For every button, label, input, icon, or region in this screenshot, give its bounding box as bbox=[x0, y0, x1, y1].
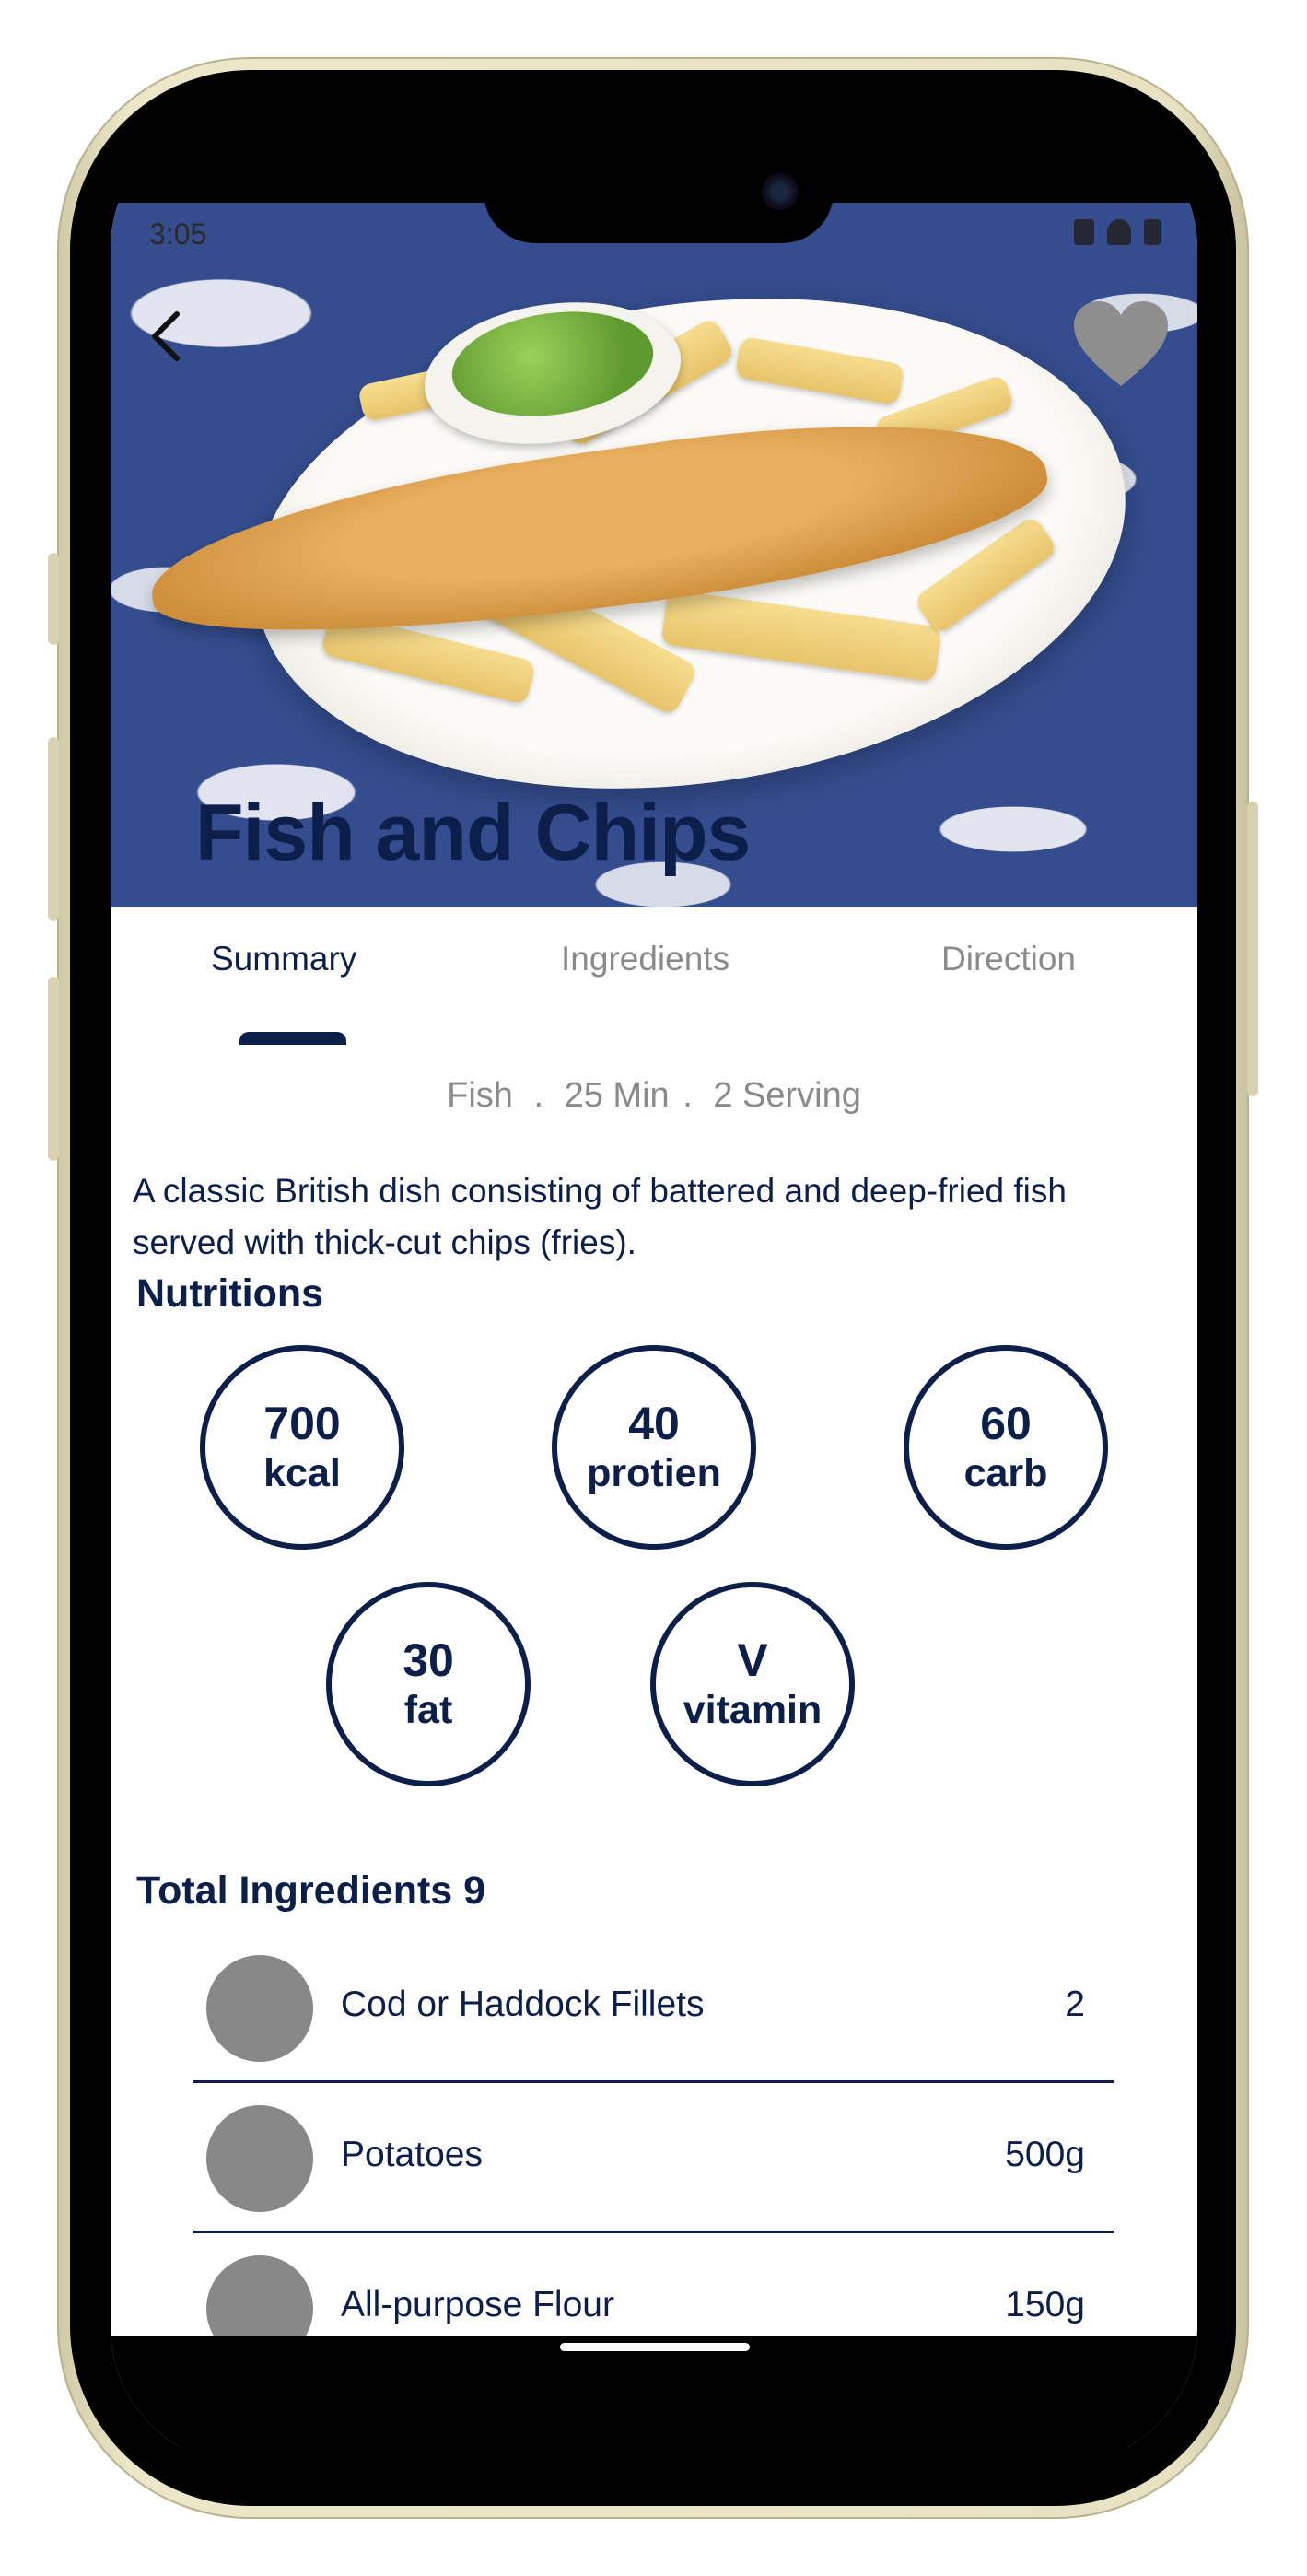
home-indicator[interactable] bbox=[560, 2343, 750, 2351]
status-icons bbox=[1074, 219, 1161, 245]
ingredient-name: Potatoes bbox=[341, 2135, 483, 2174]
vibrate-icon bbox=[1074, 219, 1094, 245]
mute-switch bbox=[48, 553, 59, 645]
nutrition-value: 40 bbox=[628, 1398, 680, 1449]
camera-icon bbox=[762, 173, 799, 210]
ingredient-image bbox=[206, 1955, 313, 2062]
nutrition-badge-carb: 60 carb bbox=[904, 1345, 1108, 1550]
tab-ingredients[interactable]: Ingredients bbox=[561, 940, 729, 978]
nutrition-badge-protein: 40 protien bbox=[552, 1345, 756, 1550]
nutrition-value: 30 bbox=[403, 1634, 454, 1686]
tab-direction[interactable]: Direction bbox=[941, 940, 1076, 978]
tab-summary[interactable]: Summary bbox=[211, 940, 356, 978]
ingredient-name: Cod or Haddock Fillets bbox=[341, 1985, 705, 2024]
recipe-title: Fish and Chips bbox=[195, 789, 751, 877]
status-time: 3:05 bbox=[149, 217, 207, 251]
nutrition-unit: carb bbox=[963, 1451, 1048, 1495]
nutrition-unit: protien bbox=[587, 1451, 721, 1495]
nutrition-unit: kcal bbox=[263, 1451, 341, 1495]
home-bar-area bbox=[111, 2336, 1197, 2465]
ingredient-name: All-purpose Flour bbox=[341, 2285, 614, 2324]
meta-category: Fish bbox=[447, 1076, 513, 1115]
meta-servings: 2 Serving bbox=[713, 1076, 861, 1115]
ingredient-quantity: 500g bbox=[1005, 2135, 1085, 2174]
battery-icon bbox=[1144, 219, 1161, 245]
favorite-button[interactable] bbox=[1070, 299, 1172, 392]
heart-icon bbox=[1074, 301, 1168, 386]
nutrition-badge-fat: 30 fat bbox=[326, 1582, 531, 1786]
nutrition-unit: fat bbox=[403, 1688, 453, 1732]
nutrition-value: V bbox=[737, 1634, 768, 1686]
ingredient-row[interactable]: Cod or Haddock Fillets 2 bbox=[193, 1933, 1114, 2083]
dynamic-island bbox=[484, 140, 834, 243]
nutrition-unit: vitamin bbox=[683, 1688, 823, 1732]
hero-image: Fish and Chips bbox=[111, 203, 1197, 907]
nutrition-badge-calories: 700 kcal bbox=[200, 1345, 404, 1550]
power-button bbox=[1247, 802, 1258, 1096]
meta-separator: . bbox=[683, 1076, 693, 1115]
ingredient-quantity: 2 bbox=[1065, 1985, 1085, 2024]
recipe-description: A classic British dish consisting of bat… bbox=[133, 1172, 1067, 1261]
nutrition-heading: Nutritions bbox=[136, 1271, 324, 1316]
nutrition-value: 700 bbox=[263, 1398, 341, 1449]
volume-up-button bbox=[48, 737, 59, 921]
ingredient-image bbox=[206, 2105, 313, 2212]
volume-down-button bbox=[48, 977, 59, 1161]
back-button[interactable] bbox=[138, 304, 193, 369]
wifi-icon bbox=[1107, 219, 1131, 245]
screen: Fish and Chips 3:05 Summary Ingredients bbox=[111, 111, 1197, 2465]
meta-time: 25 Min bbox=[564, 1076, 670, 1115]
ingredients-heading: Total Ingredients 9 bbox=[136, 1868, 486, 1913]
ingredient-quantity: 150g bbox=[1005, 2285, 1085, 2324]
nutrition-badge-vitamin: V vitamin bbox=[650, 1582, 855, 1786]
chevron-left-icon bbox=[152, 311, 180, 361]
nutrition-value: 60 bbox=[980, 1398, 1032, 1449]
tab-indicator bbox=[239, 1032, 346, 1045]
recipe-meta: Fish . 25 Min . 2 Serving bbox=[111, 1076, 1197, 1116]
recipe-detail-screen: Fish and Chips 3:05 Summary Ingredients bbox=[111, 203, 1197, 2447]
meta-separator: . bbox=[533, 1076, 544, 1115]
ingredient-row[interactable]: Potatoes 500g bbox=[193, 2083, 1114, 2233]
tab-bar: Summary Ingredients Direction bbox=[111, 931, 1197, 1013]
